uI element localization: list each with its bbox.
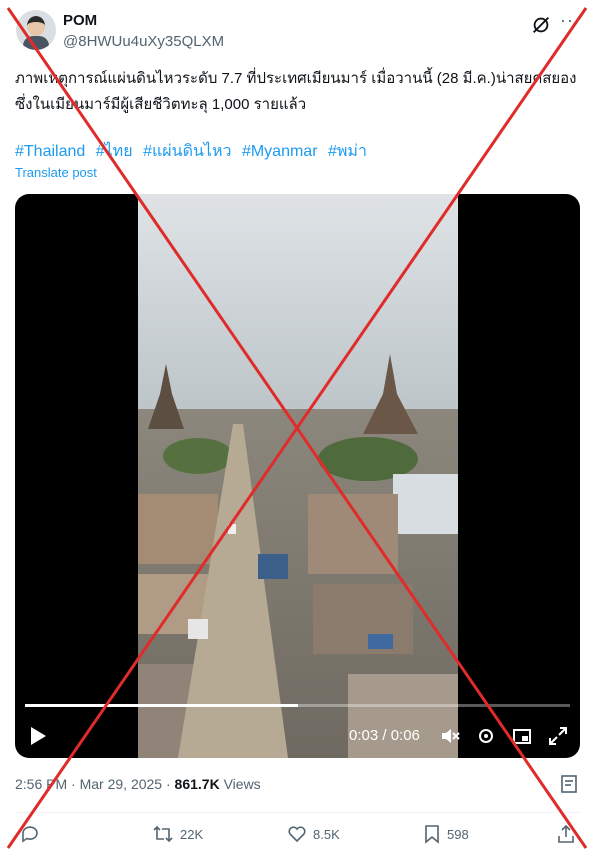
bookmark-button[interactable]: 598 bbox=[423, 824, 469, 844]
video-scene bbox=[138, 194, 458, 758]
analytics-icon[interactable] bbox=[560, 774, 580, 794]
meta-separator-2: · bbox=[165, 776, 171, 792]
meta-separator: · bbox=[71, 776, 76, 792]
retweet-icon bbox=[153, 825, 173, 843]
reply-button[interactable] bbox=[20, 824, 40, 844]
avatar-head bbox=[27, 16, 45, 36]
retweet-count: 22K bbox=[180, 826, 204, 842]
translate-post-link[interactable]: Translate post bbox=[15, 165, 97, 180]
author-name[interactable]: POM bbox=[63, 12, 97, 29]
like-icon bbox=[288, 826, 306, 843]
video-progress[interactable] bbox=[25, 704, 570, 707]
pip-icon[interactable] bbox=[512, 726, 532, 746]
avatar-body bbox=[23, 36, 49, 50]
hashtags: #Thailand #ไทย #แผ่นดินไหว #Myanmar #พม่… bbox=[15, 139, 373, 164]
reply-icon bbox=[22, 826, 38, 843]
bookmark-icon bbox=[425, 825, 439, 844]
author-handle[interactable]: @8HWUu4uXy35QLXM bbox=[63, 33, 224, 50]
fullscreen-icon[interactable] bbox=[548, 726, 568, 746]
play-icon[interactable] bbox=[29, 726, 47, 746]
video-frame bbox=[138, 194, 458, 758]
post-meta: 2:56 PM · Mar 29, 2025 · 861.7K Views bbox=[15, 776, 261, 792]
views-count: 861.7K bbox=[174, 776, 220, 792]
hashtag-thai[interactable]: #ไทย bbox=[96, 143, 133, 160]
like-button[interactable]: 8.5K bbox=[287, 824, 340, 844]
retweet-button[interactable]: 22K bbox=[152, 824, 203, 844]
mute-icon[interactable] bbox=[440, 726, 460, 746]
avatar[interactable] bbox=[16, 10, 56, 50]
divider bbox=[15, 812, 580, 813]
like-count: 8.5K bbox=[313, 826, 340, 842]
hashtag-burma[interactable]: #พม่า bbox=[328, 143, 367, 160]
settings-icon[interactable] bbox=[476, 726, 496, 746]
grok-icon[interactable] bbox=[530, 14, 552, 36]
views-label: Views bbox=[223, 776, 261, 792]
share-button[interactable] bbox=[556, 824, 576, 844]
video-player[interactable]: 0:03 / 0:06 bbox=[15, 194, 580, 758]
share-icon bbox=[558, 824, 574, 843]
post-time[interactable]: 2:56 PM bbox=[15, 776, 67, 792]
more-icon[interactable]: ··· bbox=[560, 10, 581, 31]
post-date[interactable]: Mar 29, 2025 bbox=[80, 776, 163, 792]
video-time: 0:03 / 0:06 bbox=[349, 727, 420, 744]
hashtag-earthquake[interactable]: #แผ่นดินไหว bbox=[143, 143, 231, 160]
hashtag-myanmar[interactable]: #Myanmar bbox=[242, 143, 318, 160]
hashtag-thailand[interactable]: #Thailand bbox=[15, 143, 85, 160]
bookmark-count: 598 bbox=[447, 826, 469, 842]
video-progress-fill bbox=[25, 704, 298, 707]
post-text: ภาพเหตุการณ์แผ่นดินไหวระดับ 7.7 ที่ประเท… bbox=[15, 70, 577, 113]
